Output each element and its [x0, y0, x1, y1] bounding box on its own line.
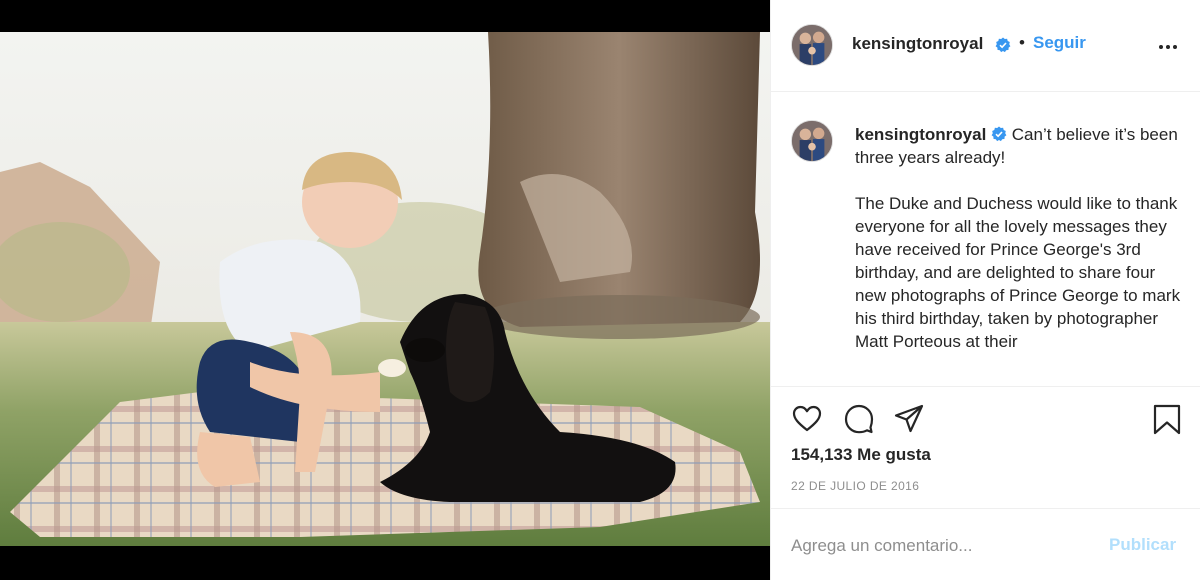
caption-username[interactable]: kensingtonroyal — [855, 125, 986, 144]
paper-plane-icon[interactable] — [893, 403, 925, 435]
caption-area: kensingtonroyal Can’t believe it’s been … — [771, 92, 1200, 386]
avatar[interactable] — [791, 24, 833, 66]
comment-box: Publicar — [771, 508, 1200, 580]
likes-count[interactable]: 154,133 Me gusta — [791, 445, 931, 465]
comment-bubble-icon[interactable] — [843, 403, 875, 435]
more-options-icon[interactable] — [1159, 36, 1183, 56]
post-side-panel: kensingtonroyal • Seguir kensingtonroyal… — [770, 0, 1200, 580]
heart-icon[interactable] — [791, 403, 823, 435]
post-header: kensingtonroyal • Seguir — [771, 0, 1200, 92]
follow-button[interactable]: Seguir — [1033, 33, 1086, 53]
caption-text-body: The Duke and Duchess would like to thank… — [855, 194, 1181, 351]
post-photo[interactable] — [0, 32, 770, 546]
separator-dot: • — [1019, 33, 1025, 52]
action-bar: 154,133 Me gusta 22 DE JULIO DE 2016 — [771, 386, 1200, 508]
instagram-post: kensingtonroyal • Seguir kensingtonroyal… — [0, 0, 1200, 580]
publish-button[interactable]: Publicar — [1109, 535, 1176, 555]
verified-badge-icon — [995, 37, 1011, 53]
bookmark-icon[interactable] — [1151, 403, 1183, 435]
caption-avatar[interactable] — [791, 120, 833, 162]
post-caption: kensingtonroyal Can’t believe it’s been … — [855, 123, 1185, 353]
comment-input[interactable] — [791, 533, 1091, 559]
post-author-username[interactable]: kensingtonroyal — [852, 34, 983, 54]
post-date: 22 DE JULIO DE 2016 — [791, 479, 920, 493]
verified-badge-icon — [991, 126, 1007, 142]
photo-pane — [0, 0, 770, 580]
